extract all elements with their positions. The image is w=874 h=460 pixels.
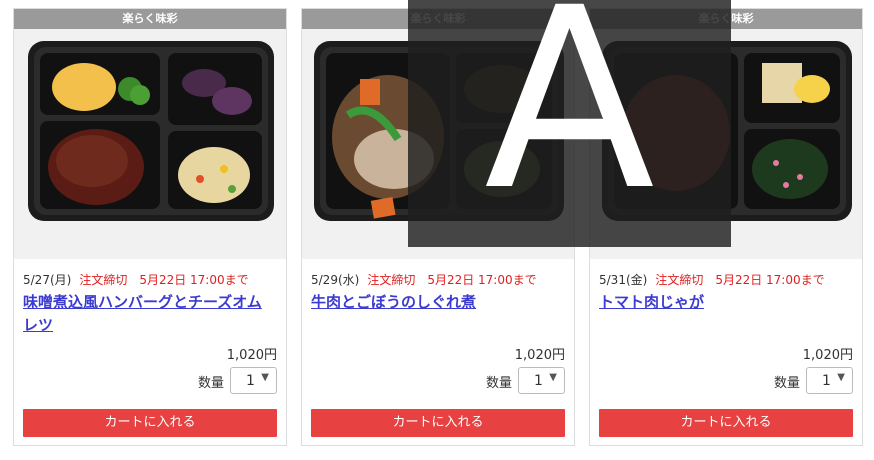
bento-photo[interactable] bbox=[14, 29, 286, 259]
quantity-label: 数量 bbox=[485, 376, 512, 391]
chevron-down-icon: ▼ bbox=[549, 372, 557, 383]
overlay-letter: A bbox=[483, 0, 656, 245]
chevron-down-icon: ▼ bbox=[261, 372, 269, 383]
delivery-info: 5/31(金) 注文締切 5月22日 17:00まで bbox=[599, 271, 825, 288]
quantity-value: 1 bbox=[246, 373, 255, 389]
delivery-info: 5/29(水) 注文締切 5月22日 17:00まで bbox=[311, 271, 537, 288]
product-card: 楽らく味彩 5/27(月) 注文締切 5月22日 17:00まで 味噌煮込風ハンバ… bbox=[13, 8, 287, 446]
delivery-date: 5/29(水) bbox=[311, 273, 360, 287]
add-to-cart-button[interactable]: カートに入れる bbox=[599, 409, 853, 437]
order-deadline: 注文締切 5月22日 17:00まで bbox=[655, 273, 825, 287]
quantity-select[interactable]: 1 ▼ bbox=[230, 367, 277, 394]
product-price: 1,020円 bbox=[226, 348, 277, 363]
delivery-date: 5/31(金) bbox=[599, 273, 648, 287]
delivery-date: 5/27(月) bbox=[23, 273, 72, 287]
product-title-link[interactable]: 牛肉とごぼうのしぐれ煮 bbox=[311, 291, 561, 314]
add-to-cart-button[interactable]: カートに入れる bbox=[311, 409, 565, 437]
product-price: 1,020円 bbox=[514, 348, 565, 363]
add-to-cart-button[interactable]: カートに入れる bbox=[23, 409, 277, 437]
quantity-label: 数量 bbox=[197, 376, 224, 391]
overlay-panel: A bbox=[408, 0, 731, 247]
product-title-link[interactable]: 味噌煮込風ハンバーグとチーズオムレツ bbox=[23, 291, 273, 337]
chevron-down-icon: ▼ bbox=[837, 372, 845, 383]
quantity-select[interactable]: 1 ▼ bbox=[518, 367, 565, 394]
brand-badge: 楽らく味彩 bbox=[14, 9, 286, 29]
bento-hamburg-omelet-image bbox=[28, 41, 274, 221]
order-deadline: 注文締切 5月22日 17:00まで bbox=[79, 273, 249, 287]
quantity-value: 1 bbox=[822, 373, 831, 389]
product-title-link[interactable]: トマト肉じゃが bbox=[599, 291, 849, 314]
order-deadline: 注文締切 5月22日 17:00まで bbox=[367, 273, 537, 287]
quantity-value: 1 bbox=[534, 373, 543, 389]
product-price: 1,020円 bbox=[802, 348, 853, 363]
quantity-label: 数量 bbox=[773, 376, 800, 391]
quantity-select[interactable]: 1 ▼ bbox=[806, 367, 853, 394]
delivery-info: 5/27(月) 注文締切 5月22日 17:00まで bbox=[23, 271, 249, 288]
